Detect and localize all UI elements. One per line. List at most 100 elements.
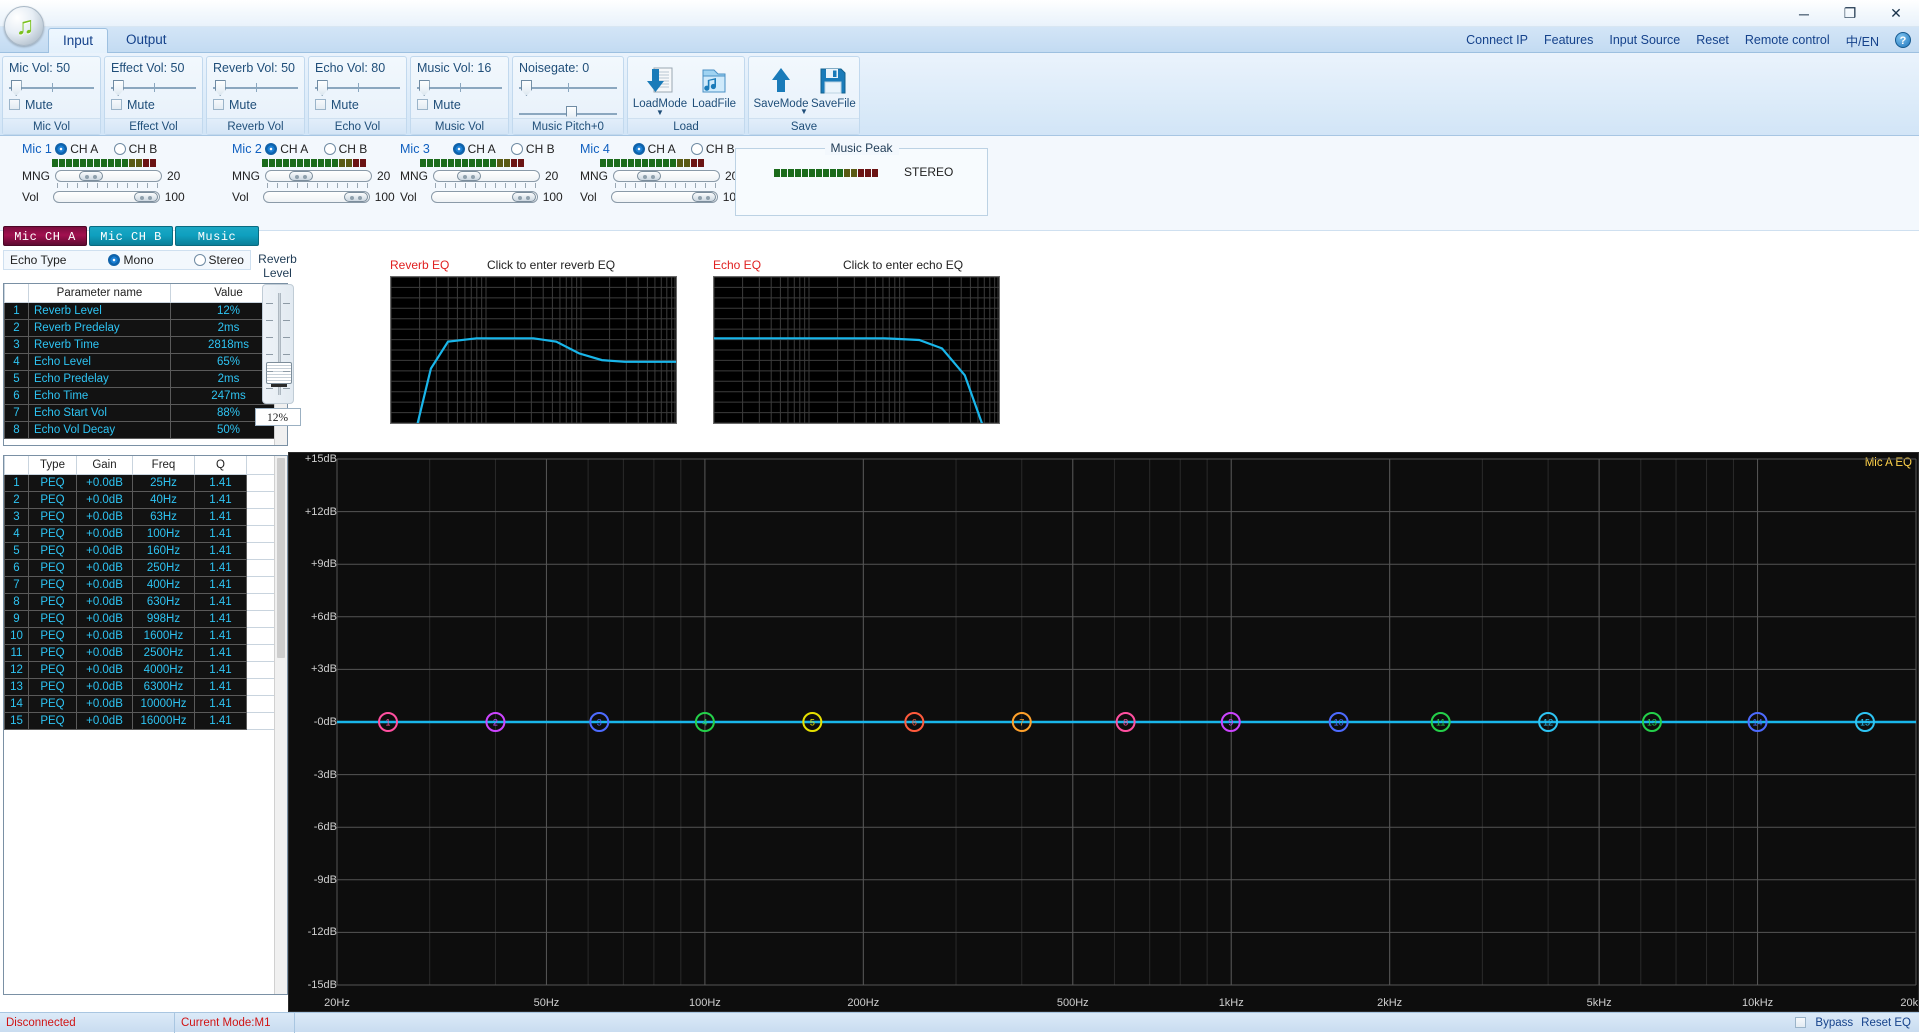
peq-freq[interactable]: 16000Hz [133,712,195,729]
peq-q[interactable]: 1.41 [195,576,247,593]
slider-thumb[interactable] [521,80,532,96]
save-chevron-down-icon[interactable]: ▼ [800,107,808,116]
echo-mute-checkbox[interactable]: Mute [315,98,400,112]
peq-q[interactable]: 1.41 [195,508,247,525]
chevron-down-icon[interactable]: ▼ [656,110,664,116]
mic-4-vol-slider[interactable] [611,190,718,204]
table-row[interactable]: 9PEQ+0.0dB998Hz1.41 [5,610,287,627]
peq-q[interactable]: 1.41 [195,474,247,491]
slider-knob[interactable] [692,192,716,202]
slider-knob[interactable] [512,192,536,202]
peq-q[interactable]: 1.41 [195,661,247,678]
mic-4-cha-radio[interactable] [633,143,645,155]
table-row[interactable]: 8PEQ+0.0dB630Hz1.41 [5,593,287,610]
peq-gain[interactable]: +0.0dB [77,542,133,559]
peq-gain[interactable]: +0.0dB [77,559,133,576]
mic-3-chb-radio[interactable] [511,143,523,155]
load-mode-button[interactable]: LoadMode ▼ [634,64,686,116]
bypass-checkbox[interactable]: Bypass [1795,1017,1853,1029]
load-file-button[interactable]: LoadFile [690,64,738,116]
save-mode-button[interactable]: SaveMode [755,64,807,110]
peq-freq[interactable]: 100Hz [133,525,195,542]
reverb-vol-slider[interactable] [213,79,298,96]
menu-language-toggle[interactable]: 中/EN [1846,31,1879,50]
table-row[interactable]: 3PEQ+0.0dB63Hz1.41 [5,508,287,525]
table-row[interactable]: 5Echo Predelay2ms [5,370,287,387]
maximize-button[interactable]: ❐ [1827,0,1873,27]
slider-knob[interactable] [134,192,158,202]
peq-gain[interactable]: +0.0dB [77,508,133,525]
table-row[interactable]: 2PEQ+0.0dB40Hz1.41 [5,491,287,508]
save-file-button[interactable]: SaveFile [811,64,856,110]
peq-gain[interactable]: +0.0dB [77,695,133,712]
peq-table-scrollbar[interactable] [274,456,287,994]
peq-freq[interactable]: 250Hz [133,559,195,576]
mic-2-mng-slider[interactable] [265,169,372,183]
reset-eq-button[interactable]: Reset EQ [1861,1017,1911,1029]
peq-q[interactable]: 1.41 [195,542,247,559]
peq-freq[interactable]: 6300Hz [133,678,195,695]
peq-q[interactable]: 1.41 [195,610,247,627]
peq-freq[interactable]: 630Hz [133,593,195,610]
table-row[interactable]: 1PEQ+0.0dB25Hz1.41 [5,474,287,491]
peq-gain[interactable]: +0.0dB [77,593,133,610]
main-eq-graph[interactable]: Mic A EQ 123456789101112131415 +15dB+12d… [288,452,1919,1012]
table-row[interactable]: 13PEQ+0.0dB6300Hz1.41 [5,678,287,695]
echo-eq-graph[interactable] [713,276,1000,424]
peq-gain[interactable]: +0.0dB [77,576,133,593]
reverb-level-fader[interactable] [262,284,294,404]
slider-thumb[interactable] [11,80,22,96]
peq-gain[interactable]: +0.0dB [77,661,133,678]
mic-mute-checkbox[interactable]: Mute [9,98,94,112]
slider-knob[interactable] [637,171,661,181]
table-row[interactable]: 11PEQ+0.0dB2500Hz1.41 [5,644,287,661]
peq-q[interactable]: 1.41 [195,644,247,661]
mic-1-mng-slider[interactable] [55,169,162,183]
peq-q[interactable]: 1.41 [195,593,247,610]
table-row[interactable]: 4Echo Level65% [5,353,287,370]
mic-4-mng-slider[interactable] [613,169,720,183]
peq-type[interactable]: PEQ [29,508,77,525]
peq-type[interactable]: PEQ [29,474,77,491]
peq-type[interactable]: PEQ [29,491,77,508]
mic-1-chb-radio[interactable] [114,143,126,155]
mic-4-chb-radio[interactable] [691,143,703,155]
peq-gain[interactable]: +0.0dB [77,644,133,661]
parameter-table-grid[interactable]: Parameter name Value 1Reverb Level12%2Re… [4,284,287,439]
peq-table-grid[interactable]: Type Gain Freq Q 1PEQ+0.0dB25Hz1.412PEQ+… [4,456,287,730]
peq-freq[interactable]: 998Hz [133,610,195,627]
peq-freq[interactable]: 160Hz [133,542,195,559]
echo-vol-slider[interactable] [315,79,400,96]
menu-remote-control[interactable]: Remote control [1745,33,1830,47]
slider-knob[interactable] [344,192,368,202]
peq-freq[interactable]: 63Hz [133,508,195,525]
table-row[interactable]: 15PEQ+0.0dB16000Hz1.41 [5,712,287,729]
menu-connect-ip[interactable]: Connect IP [1466,33,1528,47]
peq-type[interactable]: PEQ [29,593,77,610]
effect-mute-checkbox[interactable]: Mute [111,98,196,112]
peq-type[interactable]: PEQ [29,610,77,627]
channel-tab-music[interactable]: Music [175,226,259,246]
peq-gain[interactable]: +0.0dB [77,491,133,508]
mic-3-cha-radio[interactable] [453,143,465,155]
fader-thumb[interactable] [266,362,292,384]
table-row[interactable]: 6Echo Time247ms [5,387,287,404]
table-row[interactable]: 4PEQ+0.0dB100Hz1.41 [5,525,287,542]
effect-vol-slider[interactable] [111,79,196,96]
peq-q[interactable]: 1.41 [195,712,247,729]
table-row[interactable]: 6PEQ+0.0dB250Hz1.41 [5,559,287,576]
echo-eq-preview[interactable]: Echo EQ Click to enter echo EQ [713,258,1003,423]
table-row[interactable]: 8Echo Vol Decay50% [5,421,287,438]
mic-1-vol-slider[interactable] [53,190,160,204]
slider-knob[interactable] [79,171,103,181]
peq-q[interactable]: 1.41 [195,559,247,576]
slider-thumb[interactable] [419,80,430,96]
slider-thumb[interactable] [113,80,124,96]
peq-type[interactable]: PEQ [29,525,77,542]
peq-gain[interactable]: +0.0dB [77,712,133,729]
slider-knob[interactable] [289,171,313,181]
mic-vol-slider[interactable] [9,79,94,96]
peq-gain[interactable]: +0.0dB [77,610,133,627]
echo-type-mono-radio[interactable] [108,254,120,266]
close-button[interactable]: ✕ [1873,0,1919,27]
